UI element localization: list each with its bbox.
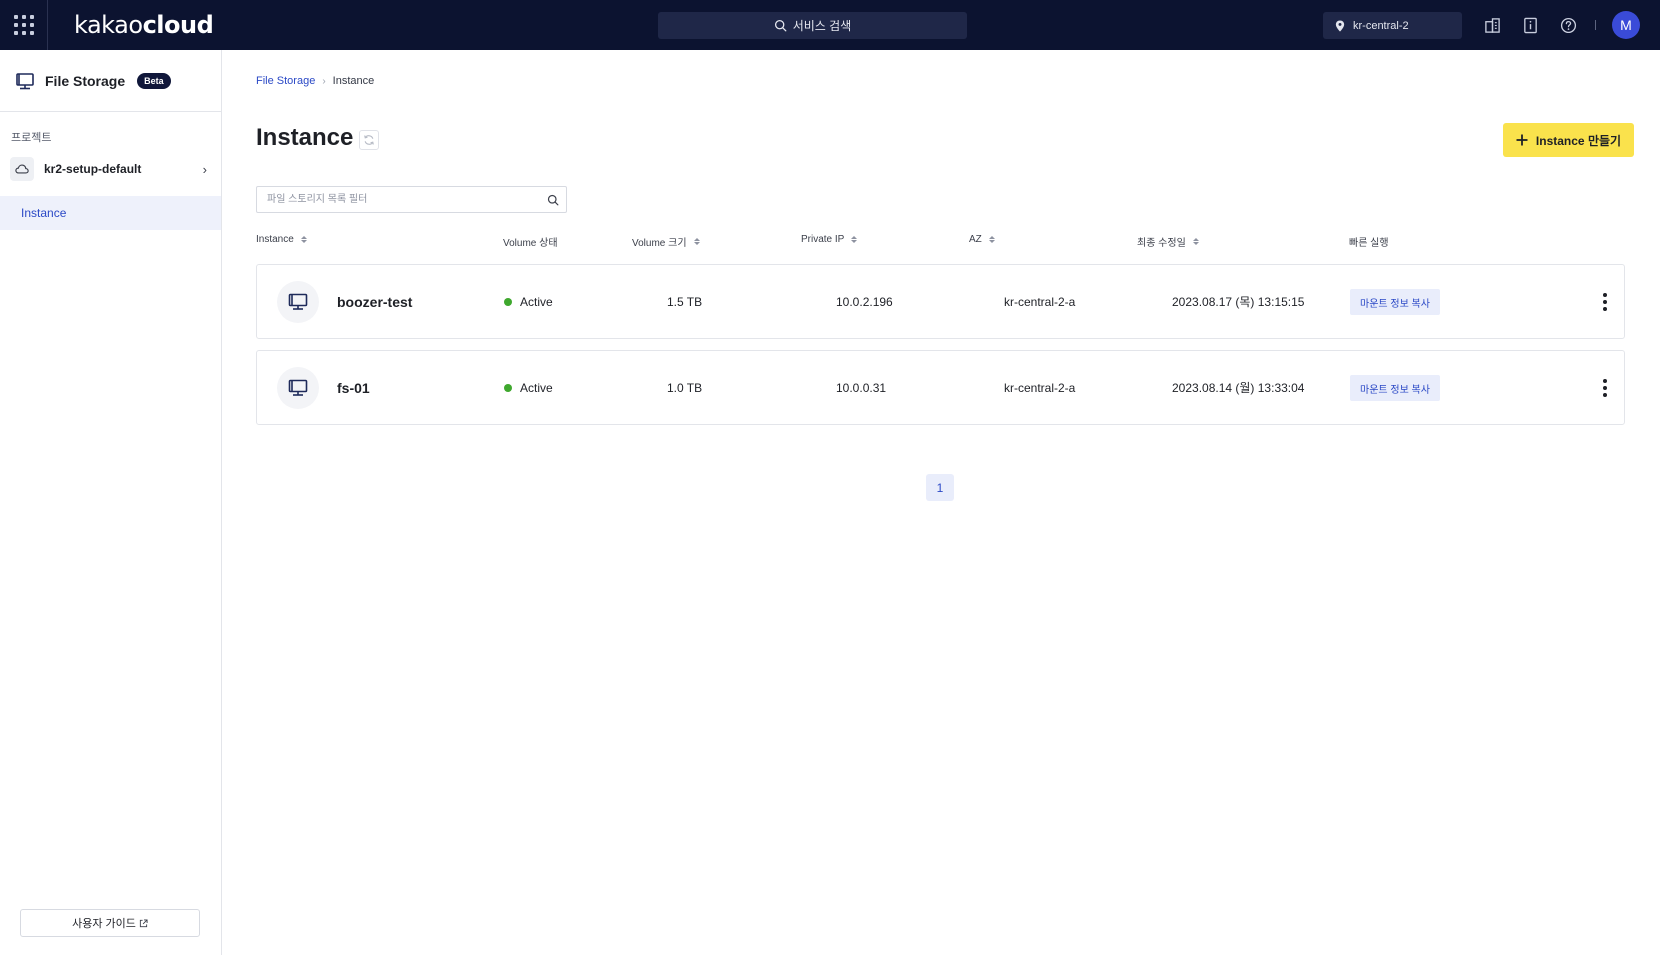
column-header-label: Instance xyxy=(256,234,294,245)
project-label: 프로젝트 xyxy=(11,132,52,144)
external-link-icon xyxy=(139,918,148,927)
service-search-input[interactable]: 서비스 검색 xyxy=(658,12,967,39)
status-label: Active xyxy=(520,380,553,395)
column-header-label: Volume 크기 xyxy=(632,238,687,249)
grid-apps-icon xyxy=(13,15,34,35)
create-instance-label: Instance 만들기 xyxy=(1535,133,1622,148)
sort-icon[interactable] xyxy=(300,236,307,243)
more-options-icon[interactable] xyxy=(1599,291,1611,313)
help-icon xyxy=(1560,17,1576,33)
pagination-page-1[interactable]: 1 xyxy=(926,474,954,501)
apps-menu-button[interactable] xyxy=(0,0,48,50)
private-ip: 10.0.0.31 xyxy=(836,380,887,395)
column-header-instance: Instance xyxy=(256,234,307,245)
column-header-volume-status: Volume 상태 xyxy=(503,234,558,249)
column-header-label: AZ xyxy=(969,234,982,245)
volume-status: Active xyxy=(504,265,553,338)
filter-box xyxy=(256,186,567,213)
region-label: kr-central-2 xyxy=(1353,19,1409,32)
main-content: File Storage › Instance Instance Instanc… xyxy=(222,50,1660,955)
column-header-label: Volume 상태 xyxy=(503,238,558,249)
copy-mount-info-button[interactable]: 마운트 정보 복사 xyxy=(1350,289,1440,315)
top-navigation-bar: kakaocloud 서비스 검색 kr-central-2 M xyxy=(0,0,1660,50)
sort-icon[interactable] xyxy=(988,236,995,243)
volume-size: 1.5 TB xyxy=(667,294,703,309)
service-title: File Storage xyxy=(45,72,126,89)
status-dot xyxy=(504,297,512,306)
volume-status: Active xyxy=(504,351,553,424)
user-guide-button[interactable]: 사용자 가이드 xyxy=(20,909,200,937)
column-header-label: 빠른 실행 xyxy=(1349,238,1389,249)
copy-mount-info-button[interactable]: 마운트 정보 복사 xyxy=(1350,375,1440,401)
breadcrumb: File Storage › Instance xyxy=(256,75,374,87)
project-name: kr2-setup-default xyxy=(44,162,142,176)
last-modified: 2023.08.14 (월) 13:33:04 xyxy=(1172,381,1305,395)
private-ip: 10.0.2.196 xyxy=(836,294,893,309)
column-header-label: Private IP xyxy=(801,234,845,245)
region-selector[interactable]: kr-central-2 xyxy=(1323,12,1462,39)
status-dot xyxy=(504,383,512,392)
folder-monitor-icon xyxy=(277,281,319,323)
column-header-label: 최종 수정일 xyxy=(1137,238,1186,249)
instance-name-link[interactable]: fs-01 xyxy=(337,351,370,424)
location-pin-icon xyxy=(1335,19,1345,32)
chevron-right-icon: › xyxy=(202,161,207,177)
volume-size: 1.0 TB xyxy=(667,380,703,395)
column-header-az: AZ xyxy=(969,234,995,245)
project-selector[interactable]: kr2-setup-default › xyxy=(10,156,211,182)
status-label: Active xyxy=(520,294,553,309)
logo-text-bold: cloud xyxy=(142,11,214,39)
column-header-last-modified: 최종 수정일 xyxy=(1137,234,1199,249)
cloud-icon xyxy=(10,157,34,181)
instance-name-link[interactable]: boozer-test xyxy=(337,265,412,338)
beta-badge: Beta xyxy=(137,72,171,89)
column-header-private-ip: Private IP xyxy=(801,234,858,245)
notice-icon xyxy=(1523,17,1537,33)
refresh-button[interactable] xyxy=(359,130,379,150)
kakaocloud-logo[interactable]: kakaocloud xyxy=(74,11,214,39)
top-icons-group: M xyxy=(1481,10,1640,40)
column-header-quick-action: 빠른 실행 xyxy=(1349,234,1389,249)
chevron-right-icon: › xyxy=(322,75,326,87)
search-icon xyxy=(774,19,787,32)
filter-input[interactable] xyxy=(257,187,540,212)
file-storage-icon xyxy=(16,72,34,89)
search-icon xyxy=(547,194,559,205)
sort-icon[interactable] xyxy=(1192,238,1199,245)
help-button[interactable] xyxy=(1557,14,1579,36)
sort-icon[interactable] xyxy=(693,238,700,245)
more-options-icon[interactable] xyxy=(1599,377,1611,399)
sidebar: File Storage Beta 프로젝트 kr2-setup-default… xyxy=(0,50,222,955)
search-label: 서비스 검색 xyxy=(792,19,852,33)
plus-icon xyxy=(1516,134,1528,146)
breadcrumb-file-storage[interactable]: File Storage xyxy=(256,75,315,87)
table-row[interactable]: fs-01 Active 1.0 TB 10.0.0.31 kr-central… xyxy=(256,350,1625,425)
breadcrumb-current: Instance xyxy=(332,75,375,87)
building-icon xyxy=(1484,17,1500,33)
service-header: File Storage Beta xyxy=(0,50,221,112)
sort-icon[interactable] xyxy=(851,236,858,243)
availability-zone: kr-central-2-a xyxy=(1004,380,1076,395)
refresh-icon xyxy=(364,135,374,145)
last-modified: 2023.08.17 (목) 13:15:15 xyxy=(1172,295,1305,309)
folder-monitor-icon xyxy=(277,367,319,409)
create-instance-button[interactable]: Instance 만들기 xyxy=(1503,123,1634,157)
divider xyxy=(1595,20,1596,30)
logo-text-light: kakao xyxy=(74,11,143,39)
column-header-volume-size: Volume 크기 xyxy=(632,234,700,249)
page-title: Instance xyxy=(256,124,354,151)
organization-button[interactable] xyxy=(1481,14,1503,36)
table-row[interactable]: boozer-test Active 1.5 TB 10.0.2.196 kr-… xyxy=(256,264,1625,339)
notice-button[interactable] xyxy=(1519,14,1541,36)
sidebar-item-instance[interactable]: Instance xyxy=(0,196,221,230)
filter-search-button[interactable] xyxy=(540,194,566,206)
availability-zone: kr-central-2-a xyxy=(1004,294,1076,309)
user-guide-label: 사용자 가이드 xyxy=(72,918,136,930)
user-avatar[interactable]: M xyxy=(1612,11,1640,39)
